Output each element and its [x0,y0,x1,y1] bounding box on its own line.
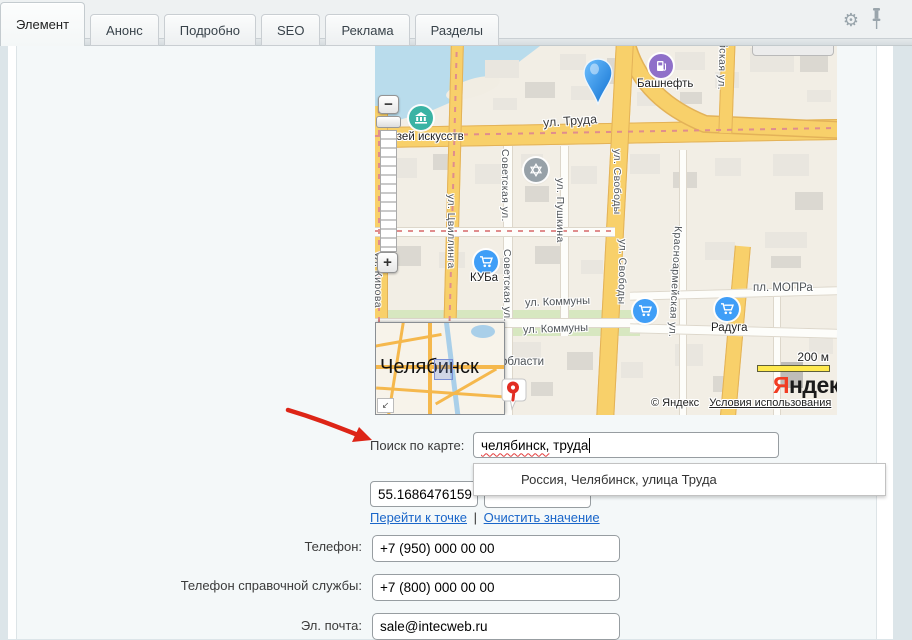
yandex-logo: Яндекс [773,372,837,399]
minimap-lake [471,325,495,338]
poi-label: КУБа [470,272,498,284]
search-word-misspelled: челябинск, [481,438,549,453]
tab-seo[interactable]: SEO [261,14,320,46]
map-search-label: Поиск по карте: [370,438,464,453]
minimap[interactable]: Челябинск ↙ [375,322,505,415]
email-input[interactable]: sale@intecweb.ru [372,613,620,640]
star-of-david-icon [529,163,543,177]
yandex-logo-rest: ндекс [789,372,837,398]
zoom-slider-track[interactable] [380,130,397,252]
minimap-city-label: Челябинск [380,356,479,379]
suggestion-item[interactable]: Россия, Челябинск, улица Труда [521,472,717,487]
scale-label: 200 м [757,350,829,364]
terms-link[interactable]: Условия использования [709,397,831,409]
shop-poi[interactable] [715,297,739,321]
search-word: труда [549,438,588,453]
scale-bar [757,365,830,372]
street-label: ул. Цвиллинга [445,194,457,269]
minimap-viewport-rect[interactable] [434,359,453,380]
zoom-in-button[interactable]: + [377,252,398,273]
map-search-input[interactable]: челябинск, труда [473,432,779,458]
tab-reklama[interactable]: Реклама [325,14,409,46]
poi-label: Башнефть [637,78,693,90]
cart-icon [721,303,734,315]
street-label: йская ул. [715,46,729,90]
cart-icon [639,305,652,317]
support-phone-value: +7 (800) 000 00 00 [380,580,494,595]
tram-line [375,230,615,232]
support-phone-input[interactable]: +7 (800) 000 00 00 [372,574,620,601]
poi-label: Радуга [711,322,747,334]
support-phone-label: Телефон справочной службы: [181,578,362,593]
links-separator: | [474,510,477,525]
synagogue-poi[interactable] [524,158,548,182]
museum-poi[interactable] [409,106,433,130]
clear-value-link[interactable]: Очистить значение [484,510,600,525]
road-minor-h [375,227,615,237]
yandex-logo-ya: Я [773,372,789,398]
area-label: пл. МОПРа [753,282,813,294]
street-label: ул. Пушкина [554,178,566,243]
phone-value: +7 (950) 000 00 00 [380,541,494,556]
phone-label: Телефон: [304,539,362,554]
tab-anons[interactable]: Анонс [90,14,159,46]
tab-razdely[interactable]: Разделы [415,14,499,46]
red-arrow-annotation [280,402,380,447]
copyright-text: © Яндекс [651,397,699,409]
text-caret [589,438,590,453]
goto-point-link[interactable]: Перейти к точке [370,510,467,525]
fuel-pump-icon [656,60,667,72]
tab-podrobno[interactable]: Подробно [164,14,256,46]
map-attribution: © Яндекс Условия использования [651,397,831,409]
cart-icon [480,256,493,268]
search-suggestion-dropdown[interactable]: Россия, Челябинск, улица Труда [473,463,886,496]
red-placemark-icon[interactable] [500,378,530,414]
area-label: области [501,356,544,368]
tabs: Элемент Анонс Подробно SEO Реклама Разде… [0,0,504,46]
street-label: ул. Коммуны [525,295,590,309]
zoom-out-button[interactable]: − [378,95,399,114]
settings-gear-icon[interactable]: ⚙ [843,10,859,31]
email-value: sale@intecweb.ru [380,619,488,634]
street-label: ул. Свободы [611,149,623,215]
street-label: ул. Коммуны [523,322,588,336]
tab-element[interactable]: Элемент [0,2,85,46]
minimap-road [376,386,505,398]
street-label: ул. Свободы [615,239,628,305]
latitude-value: 55.1686476159 [378,487,472,502]
latitude-input[interactable]: 55.1686476159 [370,481,478,507]
zoom-slider-handle[interactable] [376,116,401,128]
blue-placemark-icon[interactable] [583,58,613,106]
layers-button[interactable] [752,46,834,56]
yandex-map[interactable]: ул. Труда йская ул. ул. Свободы ул. Своб… [375,46,837,415]
email-label: Эл. почта: [301,618,362,633]
street-label: Советская ул. [501,249,513,322]
pin-icon[interactable] [870,7,883,31]
shop-poi[interactable] [633,299,657,323]
fuel-poi[interactable] [649,54,673,78]
museum-icon [414,112,428,124]
map-links-row: Перейти к точке | Очистить значение [370,510,600,525]
street-label: Советская ул. [499,149,511,222]
shop-poi[interactable] [474,250,498,274]
phone-input[interactable]: +7 (950) 000 00 00 [372,535,620,562]
